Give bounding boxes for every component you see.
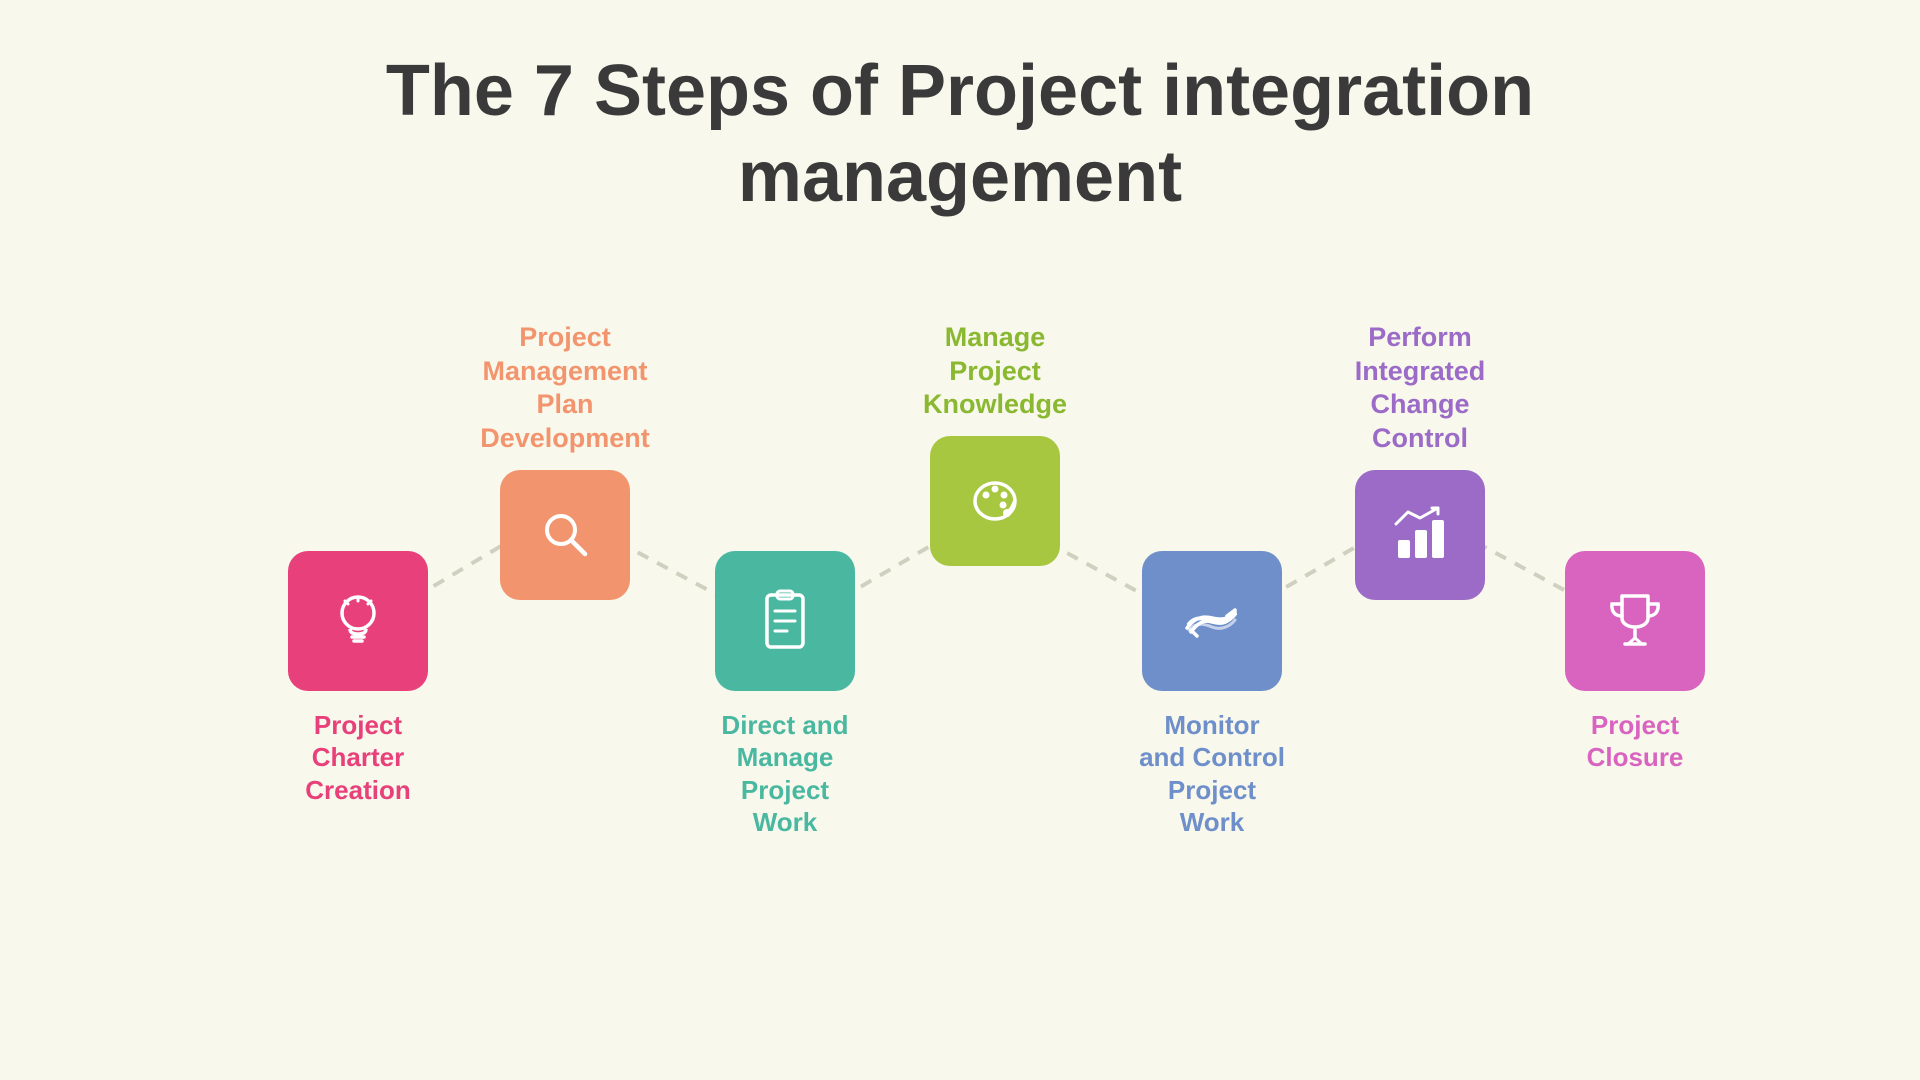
step7-icon — [1565, 551, 1705, 691]
step6-label-top: Perform Integrated Change Control — [1350, 321, 1490, 456]
step2-label-top: Project Management Plan Development — [480, 321, 650, 456]
step-3: Direct and Manage Project Work — [715, 551, 855, 839]
step-2: Project Management Plan Development — [495, 321, 635, 600]
step3-label: Direct and Manage Project Work — [715, 709, 855, 839]
step-1: Project Charter Creation — [288, 551, 428, 807]
step-5: Monitor and Control Project Work — [1138, 551, 1286, 839]
step-7: Project Closure — [1565, 551, 1705, 774]
diagram-area: .conn { fill: none; stroke: #d0d0c0; str… — [260, 281, 1660, 881]
step4-label-top: Manage Project Knowledge — [923, 321, 1067, 422]
step-6: Perform Integrated Change Control — [1350, 321, 1490, 600]
step3-icon — [715, 551, 855, 691]
step1-label: Project Charter Creation — [288, 709, 428, 807]
step4-icon — [930, 436, 1060, 566]
step7-label: Project Closure — [1565, 709, 1705, 774]
step2-icon — [500, 470, 630, 600]
step1-icon — [288, 551, 428, 691]
step6-icon — [1355, 470, 1485, 600]
step5-label: Monitor and Control Project Work — [1138, 709, 1286, 839]
page-title: The 7 Steps of Project integration manag… — [386, 48, 1534, 221]
step5-icon — [1142, 551, 1282, 691]
step-4: Manage Project Knowledge — [925, 321, 1065, 566]
